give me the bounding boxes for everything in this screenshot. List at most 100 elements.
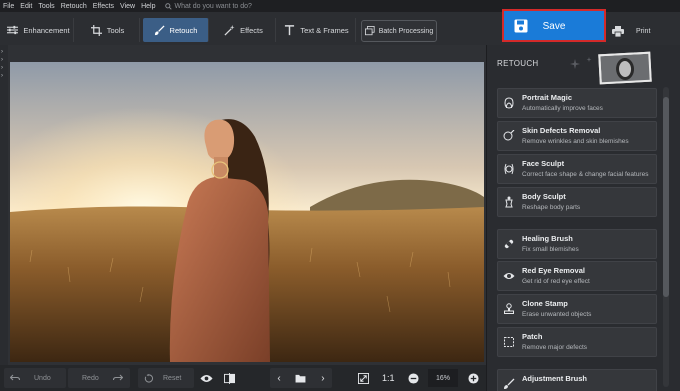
tool-name: Skin Defects Removal [522,126,601,135]
split-view-icon [224,372,235,384]
chevron-right-icon: › [1,73,3,79]
fit-to-screen-button[interactable] [358,368,374,388]
tool-description: Correct face shape & change facial featu… [522,171,649,178]
left-collapse-strip[interactable]: › › › › [0,45,8,365]
tab-effects-label: Effects [240,25,263,35]
preview-toggle-button[interactable] [200,368,218,388]
sparkle-decoration-icon [570,57,592,69]
redo-icon [112,374,123,381]
menu-file[interactable]: File [0,3,17,10]
tool-description: Remove major defects [522,344,588,351]
tab-enhancement[interactable]: Enhancement [4,18,74,42]
tool-description: Automatically improve faces [522,105,603,112]
text-icon [285,24,295,35]
save-label: Save [542,21,566,32]
reset-button[interactable]: Reset [138,368,194,388]
sliders-icon [7,25,19,35]
chevron-right-icon: › [1,65,3,71]
photo-preview [10,62,484,362]
face-sculpt-icon [504,163,514,175]
eye-icon [503,273,515,279]
tool-description: Get rid of red eye effect [522,278,590,285]
compare-button[interactable] [224,368,242,388]
undo-label: Undo [34,374,51,382]
print-label: Print [636,27,651,35]
tab-text-frames-label: Text & Frames [300,25,349,35]
bottom-bar: Undo Redo Reset ‹ › 1:1 16% [0,365,486,391]
tool-portrait-magic[interactable]: Portrait Magic Automatically improve fac… [497,88,657,118]
tool-name: Clone Stamp [522,299,568,308]
chevron-right-icon: › [1,57,3,63]
menu-effects[interactable]: Effects [90,3,117,10]
tab-retouch[interactable]: Retouch [143,18,209,42]
search-icon [164,2,172,10]
tool-healing-brush[interactable]: Healing Brush Fix small blemishes [497,229,657,259]
tab-retouch-label: Retouch [169,25,198,35]
zoom-out-icon [408,372,419,384]
tool-body-sculpt[interactable]: Body Sculpt Reshape body parts [497,187,657,217]
reset-label: Reset [163,374,182,382]
eye-icon [200,374,213,382]
panel-scrollbar[interactable] [663,87,669,387]
image-canvas[interactable] [8,45,486,365]
tool-name: Patch [522,332,543,341]
file-navigator: ‹ › [270,368,332,388]
undo-icon [10,374,20,381]
retouch-preview-thumbnail [598,51,652,85]
zoom-in-icon [468,372,479,384]
body-icon [505,196,513,208]
tab-effects[interactable]: Effects [212,18,276,42]
panel-title: RETOUCH [497,59,539,68]
tool-description: Reshape body parts [522,204,581,211]
tab-text-frames[interactable]: Text & Frames [278,18,356,42]
print-button[interactable]: Print [612,22,672,40]
redo-label: Redo [82,374,99,382]
prev-image-button[interactable]: ‹ [277,373,280,384]
retouch-panel: RETOUCH Portrait Magic Automatically imp… [486,45,680,391]
bandage-icon [504,239,514,249]
undo-button[interactable]: Undo [4,368,66,388]
zoom-in-button[interactable] [468,368,482,388]
printer-icon [612,25,624,37]
batch-processing-button[interactable]: Batch Processing [361,20,437,42]
crop-icon [90,24,102,36]
tab-tools[interactable]: Tools [76,18,140,42]
scrollbar-thumb[interactable] [663,97,669,297]
tool-clone-stamp[interactable]: Clone Stamp Erase unwanted objects [497,294,657,324]
search-placeholder: What do you want to do? [174,2,252,10]
save-button[interactable]: Save [502,9,606,42]
tool-skin-defects-removal[interactable]: Skin Defects Removal Remove wrinkles and… [497,121,657,151]
tool-description: Fix small blemishes [522,246,579,253]
actual-size-button[interactable]: 1:1 [382,368,400,388]
redo-button[interactable]: Redo [68,368,130,388]
menu-tools[interactable]: Tools [35,3,57,10]
tab-enhancement-label: Enhancement [23,25,70,35]
menu-edit[interactable]: Edit [17,3,35,10]
folder-icon[interactable] [295,374,306,383]
tool-patch[interactable]: Patch Remove major defects [497,327,657,357]
menu-view[interactable]: View [117,3,138,10]
menu-retouch[interactable]: Retouch [58,3,90,10]
batch-icon [364,26,375,36]
tool-name: Face Sculpt [522,159,565,168]
tool-name: Body Sculpt [522,192,566,201]
next-image-button[interactable]: › [321,373,324,384]
magic-wand-icon [224,24,235,36]
face-brush-icon [503,130,515,141]
menu-search[interactable]: What do you want to do? [164,2,252,10]
tool-name: Portrait Magic [522,93,573,102]
tool-name: Adjustment Brush [522,374,588,383]
tool-name: Red Eye Removal [522,266,585,275]
tool-face-sculpt[interactable]: Face Sculpt Correct face shape & change … [497,154,657,184]
adjust-brush-icon [504,378,515,389]
brush-icon [154,24,165,35]
fit-screen-icon [358,372,369,384]
menu-help[interactable]: Help [138,3,158,10]
zoom-out-button[interactable] [408,368,422,388]
tool-red-eye-removal[interactable]: Red Eye Removal Get rid of red eye effec… [497,261,657,291]
zoom-value-field[interactable]: 16% [428,369,458,387]
tool-adjustment-brush[interactable]: Adjustment Brush [497,369,657,391]
batch-processing-label: Batch Processing [378,27,434,35]
stamp-icon [504,303,514,314]
patch-icon [504,337,514,347]
